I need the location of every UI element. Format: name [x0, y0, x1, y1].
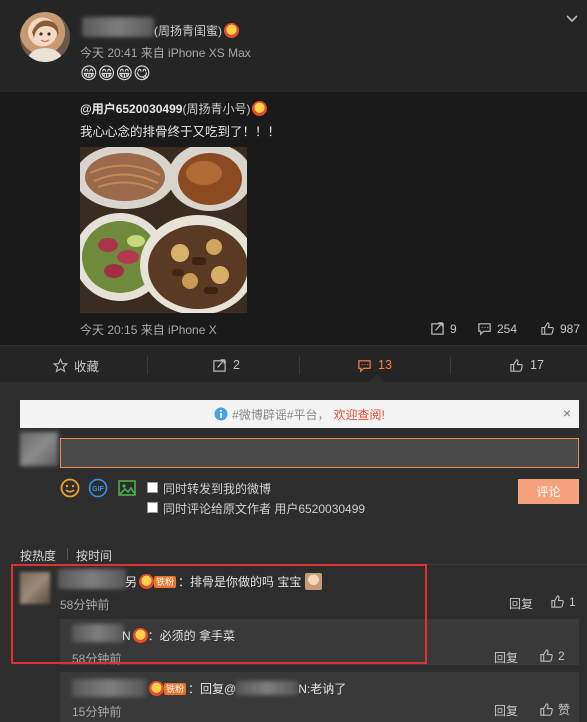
- repost-comment-stat[interactable]: 254: [477, 321, 517, 336]
- sort-divider: [67, 548, 68, 560]
- comment-count: 13: [378, 358, 392, 372]
- comment-like-count: 1: [569, 594, 576, 609]
- comment-caret: [369, 374, 385, 382]
- sub-comment-text-suffix: N:老讷了: [298, 682, 347, 696]
- sub-comment-time: 58分钟前: [72, 652, 122, 666]
- like-count: 17: [530, 358, 544, 372]
- comment-icon: [358, 359, 371, 373]
- repost-like-count: 987: [560, 321, 581, 336]
- food-photo[interactable]: [80, 147, 247, 313]
- repost-comment-count: 254: [497, 321, 518, 336]
- sub-comment-text-prefix: ：回复@: [188, 682, 237, 696]
- sub-comment-like-label: 赞: [558, 703, 571, 717]
- gif-icon[interactable]: GIF: [88, 478, 108, 498]
- reply-button[interactable]: 回复: [509, 595, 533, 612]
- poster-suffix-text: (周扬青闺蜜): [154, 24, 222, 38]
- sub-comment-like-button[interactable]: 2: [539, 648, 565, 663]
- sub-comment-like-button[interactable]: 赞: [539, 701, 570, 718]
- thumbs-up-icon: [551, 595, 564, 608]
- forward-count: 2: [233, 358, 240, 372]
- collect-button[interactable]: 收藏: [53, 346, 99, 384]
- sub-reply-button[interactable]: 回复: [494, 649, 518, 666]
- sort-by-hot-tab[interactable]: 按热度: [20, 547, 56, 564]
- commenter-avatar[interactable]: [20, 572, 50, 604]
- image-icon[interactable]: [117, 478, 137, 498]
- close-icon[interactable]: ×: [563, 405, 571, 421]
- sub-comment-body: N ：必须的 拿手菜: [122, 627, 235, 644]
- medal-icon: [224, 23, 239, 38]
- rumor-notice-bar: #微博辟谣#平台， 欢迎查阅! ×: [20, 400, 579, 428]
- repost-text: 我心心念的排骨终于又吃到了！！！: [80, 125, 281, 139]
- like-button[interactable]: 17: [509, 346, 544, 384]
- post-meta: 今天 20:41 来自 iPhone XS Max: [80, 46, 251, 60]
- forward-to-my-weibo-checkbox[interactable]: [147, 482, 158, 493]
- my-avatar: [20, 432, 58, 466]
- svg-text:GIF: GIF: [92, 486, 104, 493]
- thumbs-up-icon: [541, 322, 554, 335]
- repost-meta: 今天 20:15 来自 iPhone X: [80, 323, 217, 337]
- medal-icon: [132, 628, 148, 643]
- star-icon: [53, 357, 68, 372]
- comment-icon: [478, 323, 491, 336]
- sub-comment-text: ：必须的 拿手菜: [147, 629, 236, 643]
- sub-comment-body: 铁粉 ：回复@ N:老讷了: [147, 680, 346, 697]
- repost-forward-count: 9: [450, 321, 457, 336]
- emoji-icon[interactable]: [60, 478, 80, 498]
- medal-icon: [252, 101, 268, 116]
- comment-to-author-label: 同时评论给原文作者 用户6520030499: [163, 502, 366, 516]
- sub-commenter-name-tail[interactable]: N: [122, 629, 131, 643]
- repost-like-stat[interactable]: 987: [540, 321, 580, 336]
- post-action-bar: 收藏 2 13 17: [0, 345, 587, 383]
- medal-icon: [149, 681, 164, 696]
- post-emojis: 😁😁😁😋: [80, 64, 151, 83]
- chevron-down-icon[interactable]: [565, 12, 579, 26]
- poster-name-suffix: (周扬青闺蜜): [154, 22, 239, 39]
- comment-text: ：排骨是你做的吗 宝宝: [178, 575, 302, 589]
- sub-commenter-name-blurred[interactable]: [72, 624, 124, 642]
- info-icon: [214, 407, 228, 421]
- forward-button[interactable]: 2: [212, 346, 240, 384]
- repost-author-suffix: (周扬青小号): [182, 102, 251, 116]
- comment-list-divider: [20, 564, 587, 565]
- comment-to-author-checkbox[interactable]: [147, 502, 158, 513]
- mentioned-user-blurred[interactable]: [236, 681, 299, 695]
- fan-badge: 铁粉: [164, 683, 187, 695]
- repost-author-link[interactable]: @用户6520030499: [80, 102, 182, 116]
- notice-tag[interactable]: #微博辟谣#平台，: [232, 406, 329, 423]
- forward-icon: [213, 358, 226, 372]
- sub-commenter-name-blurred[interactable]: [72, 679, 146, 697]
- poster-name-blurred[interactable]: [82, 17, 154, 37]
- notice-link[interactable]: 欢迎查阅!: [334, 406, 385, 423]
- comment-like-button[interactable]: 1: [550, 594, 576, 609]
- repost-author: @用户6520030499(周扬青小号): [80, 100, 268, 117]
- comment-input[interactable]: [60, 438, 579, 468]
- face-emoji-icon: [304, 573, 322, 590]
- thumbs-up-icon: [540, 703, 553, 716]
- sort-by-time-tab[interactable]: 按时间: [76, 547, 112, 564]
- medal-icon: [139, 574, 155, 589]
- collect-label: 收藏: [74, 359, 100, 374]
- sub-reply-button[interactable]: 回复: [494, 702, 518, 719]
- commenter-name-blurred[interactable]: [58, 569, 126, 589]
- thumbs-up-icon: [510, 358, 523, 372]
- commenter-name-tail[interactable]: 另: [125, 575, 137, 589]
- poster-avatar[interactable]: [20, 12, 70, 62]
- comment-time: 58分钟前: [60, 598, 110, 612]
- thumbs-up-icon: [540, 649, 553, 662]
- weibo-post: (周扬青闺蜜) 今天 20:41 来自 iPhone XS Max 😁😁😁😋: [0, 0, 587, 92]
- sub-comment-like-count: 2: [558, 648, 565, 663]
- fan-badge: 铁粉: [154, 576, 177, 588]
- sub-comment-time: 15分钟前: [72, 705, 122, 719]
- forward-to-my-weibo-label: 同时转发到我的微博: [163, 482, 272, 496]
- reposted-content: @用户6520030499(周扬青小号) 我心心念的排骨终于又吃到了！！！ 今天…: [0, 92, 587, 345]
- forward-icon: [431, 322, 444, 335]
- comment-body: 另 铁粉 ：排骨是你做的吗 宝宝: [125, 573, 322, 590]
- repost-forward-stat[interactable]: 9: [430, 321, 457, 336]
- submit-comment-button[interactable]: 评论: [518, 479, 579, 504]
